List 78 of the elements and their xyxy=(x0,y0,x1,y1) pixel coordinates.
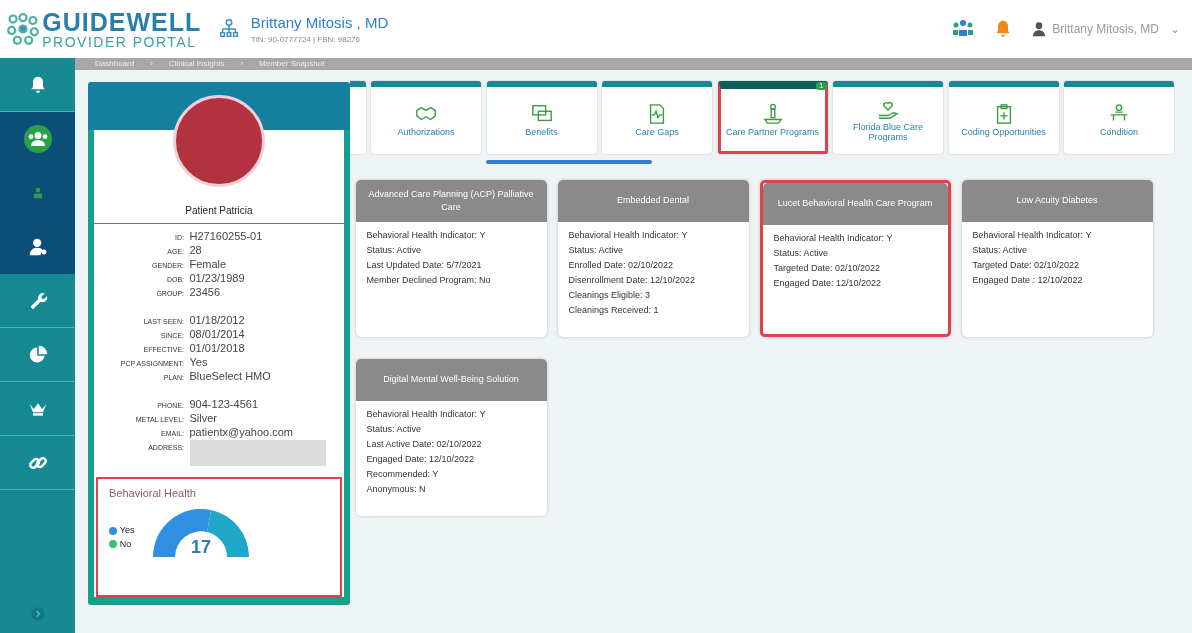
program-title: Advanced Care Planning (ACP) Palliative Care xyxy=(355,180,547,222)
breadcrumb-separator: › xyxy=(150,58,153,70)
tab-label: Florida Blue Care Programs xyxy=(852,123,924,143)
user-icon xyxy=(1030,20,1047,38)
program-detail: Behavioral Health Indicator: Y xyxy=(366,228,487,242)
panel-title: Behavioral Health xyxy=(108,485,197,501)
field-value: H27160255-01 xyxy=(189,229,263,244)
program-detail: Member Declined Program: No xyxy=(366,273,492,287)
count-badge: 1 xyxy=(816,82,827,91)
org-chart-icon xyxy=(217,18,240,40)
field-value: patientx@yahoo.com xyxy=(189,425,293,440)
program-title: Lucet Behavioral Health Care Program xyxy=(762,183,948,225)
program-detail: Targeted Date: 02/10/2022 xyxy=(773,261,882,275)
user-icon xyxy=(27,236,48,257)
program-detail: Cleanings Eligible: 3 xyxy=(568,288,652,302)
user-menu[interactable]: Brittany Mitosis, MD ⌄ xyxy=(1029,19,1181,39)
program-title: Low Acuity Diabetes xyxy=(961,180,1153,222)
people-icon xyxy=(23,124,52,153)
program-detail: Disenrollment Date: 12/10/2022 xyxy=(568,273,697,287)
program-title: Digital Mental Well-Being Solution xyxy=(355,359,547,401)
breadcrumb-separator: › xyxy=(240,58,244,70)
program-detail: Last Active Date: 02/10/2022 xyxy=(366,437,483,451)
tab-label: Coding Opportunities xyxy=(960,128,1047,138)
provider-ids: TIN: 90-0777724 | FBN: 98276 xyxy=(250,34,361,47)
tab-label: Condition xyxy=(1099,128,1139,138)
provider-name: Brittany Mitosis , MD xyxy=(250,12,389,33)
program-detail: Behavioral Health Indicator: Y xyxy=(773,231,894,245)
legend-label: No xyxy=(119,537,132,551)
field-value: Female xyxy=(189,257,227,272)
program-detail: Behavioral Health Indicator: Y xyxy=(972,228,1093,242)
field-value: 23456 xyxy=(189,285,221,300)
program-detail: Status: Active xyxy=(366,243,423,257)
tab-tile[interactable]: Care Gaps xyxy=(602,81,712,154)
program-detail: Cleanings Received: 1 xyxy=(568,303,660,317)
tab-tile[interactable]: Care Partner Programs 1 xyxy=(717,81,828,154)
network-logo-icon xyxy=(5,12,40,46)
field-value: 904-123-4561 xyxy=(189,397,258,412)
program-detail: Status: Active xyxy=(972,243,1029,257)
field-value: 01/01/2018 xyxy=(189,341,245,356)
tab-tile[interactable]: Benefits xyxy=(486,81,597,154)
tab-label: Authorizations xyxy=(396,128,456,138)
field-value: Yes xyxy=(189,355,208,370)
program-detail: Anonymous: N xyxy=(366,482,427,496)
program-detail: Status: Active xyxy=(773,246,830,260)
program-detail: Status: Active xyxy=(366,422,423,436)
field-value: 28 xyxy=(189,243,202,258)
tab-tile[interactable]: Condition xyxy=(1064,81,1174,154)
sidebar-item[interactable] xyxy=(0,220,75,274)
tab-label: Care Gaps xyxy=(634,128,680,138)
pie-chart-icon xyxy=(27,344,48,365)
program-detail: Last Updated Date: 5/7/2021 xyxy=(366,258,483,272)
program-detail: Engaged Date : 12/10/2022 xyxy=(972,273,1084,287)
tab-tile[interactable]: Authorizations xyxy=(371,81,481,154)
logo-subtitle: PROVIDER PORTAL xyxy=(42,34,198,49)
tab-tile[interactable]: Florida Blue Care Programs xyxy=(833,81,943,154)
tab-tile[interactable]: Coding Opportunities xyxy=(948,81,1059,154)
field-value: 01/18/2012 xyxy=(189,313,245,328)
program-detail: Recommended: Y xyxy=(366,467,440,481)
legend-label: Yes xyxy=(119,524,135,537)
program-detail: Behavioral Health Indicator: Y xyxy=(568,228,689,242)
sidebar-item[interactable] xyxy=(0,112,75,166)
caret-icon: ⌄ xyxy=(1170,20,1180,38)
logo-title: GUIDEWELL xyxy=(42,9,202,35)
program-detail: Engaged Date: 12/10/2022 xyxy=(773,276,883,290)
program-detail: Behavioral Health Indicator: Y xyxy=(366,407,487,421)
gauge-value: 17 xyxy=(189,535,212,559)
patient-name: Patient Patricia xyxy=(94,197,344,224)
field-value: BlueSelect HMO xyxy=(189,369,271,384)
field-value: Silver xyxy=(189,411,217,426)
program-detail: Engaged Date: 12/10/2022 xyxy=(366,452,476,466)
field-value: 08/01/2014 xyxy=(189,327,245,342)
program-detail: Targeted Date: 02/10/2022 xyxy=(972,258,1081,272)
program-title: Embedded Dental xyxy=(557,180,749,222)
field-value: 01/23/1989 xyxy=(189,271,245,286)
program-detail: Enrolled Date: 02/10/2022 xyxy=(568,258,675,272)
tab-label: Care Partner Programs xyxy=(724,127,820,138)
tab-label: Benefits xyxy=(524,128,559,138)
program-detail: Status: Active xyxy=(568,243,625,257)
